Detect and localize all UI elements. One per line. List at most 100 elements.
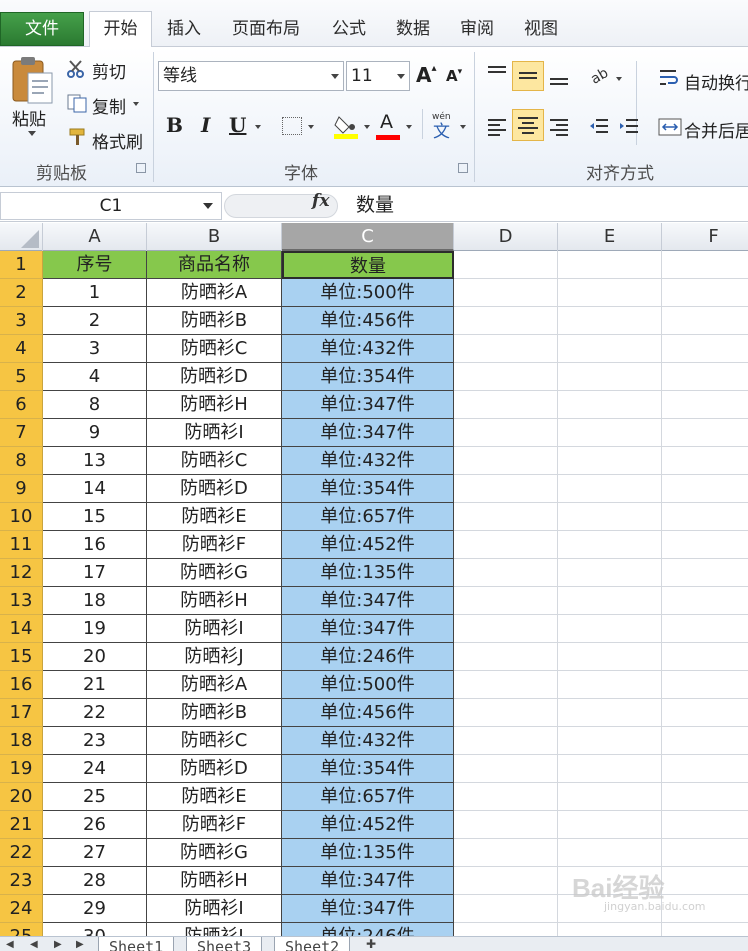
cell-product[interactable]: 防晒衫F bbox=[147, 811, 282, 839]
cell-quantity[interactable]: 单位:347件 bbox=[282, 419, 454, 447]
cell-seq[interactable]: 21 bbox=[43, 671, 147, 699]
cell-seq[interactable]: 4 bbox=[43, 363, 147, 391]
cell-seq[interactable]: 15 bbox=[43, 503, 147, 531]
underline-dropdown-icon[interactable] bbox=[255, 125, 261, 129]
row-header[interactable]: 17 bbox=[0, 699, 43, 727]
cell[interactable] bbox=[558, 307, 662, 335]
cell-product[interactable]: 防晒衫D bbox=[147, 363, 282, 391]
column-header-c[interactable]: C bbox=[282, 223, 454, 251]
cell[interactable] bbox=[662, 391, 748, 419]
align-top-icon[interactable] bbox=[486, 65, 508, 83]
cell-seq[interactable]: 19 bbox=[43, 615, 147, 643]
row-header[interactable]: 21 bbox=[0, 811, 43, 839]
tab-view[interactable]: 视图 bbox=[521, 12, 561, 47]
align-center-button[interactable] bbox=[512, 109, 544, 141]
align-bottom-icon[interactable] bbox=[548, 65, 570, 87]
cell[interactable] bbox=[662, 335, 748, 363]
cell-product[interactable]: 防晒衫H bbox=[147, 867, 282, 895]
cell[interactable] bbox=[558, 699, 662, 727]
font-launcher-icon[interactable] bbox=[458, 163, 468, 173]
cell-quantity[interactable]: 单位:347件 bbox=[282, 391, 454, 419]
cell-product[interactable]: 防晒衫G bbox=[147, 559, 282, 587]
cell-product[interactable]: 防晒衫F bbox=[147, 531, 282, 559]
cell[interactable] bbox=[558, 419, 662, 447]
cell[interactable] bbox=[454, 783, 558, 811]
row-header[interactable]: 10 bbox=[0, 503, 43, 531]
cell[interactable] bbox=[662, 447, 748, 475]
cell-product[interactable]: 防晒衫A bbox=[147, 671, 282, 699]
cell-product[interactable]: 防晒衫C bbox=[147, 335, 282, 363]
row-header[interactable]: 1 bbox=[0, 251, 43, 279]
cell-quantity[interactable]: 单位:347件 bbox=[282, 895, 454, 923]
cell[interactable] bbox=[454, 531, 558, 559]
row-header[interactable]: 2 bbox=[0, 279, 43, 307]
cell-quantity[interactable]: 单位:347件 bbox=[282, 867, 454, 895]
cell-quantity[interactable]: 单位:347件 bbox=[282, 587, 454, 615]
borders-icon[interactable] bbox=[282, 117, 302, 135]
cell[interactable] bbox=[454, 755, 558, 783]
new-sheet-icon[interactable]: ✚ bbox=[366, 937, 376, 951]
cell-product[interactable]: 防晒衫H bbox=[147, 587, 282, 615]
cell-seq[interactable]: 20 bbox=[43, 643, 147, 671]
cell-product[interactable]: 防晒衫H bbox=[147, 391, 282, 419]
header-cell-quantity[interactable]: 数量 bbox=[282, 251, 454, 279]
row-header[interactable]: 4 bbox=[0, 335, 43, 363]
cell[interactable] bbox=[558, 755, 662, 783]
cell[interactable] bbox=[662, 559, 748, 587]
align-right-icon[interactable] bbox=[548, 117, 570, 137]
cell-seq[interactable]: 18 bbox=[43, 587, 147, 615]
cell[interactable] bbox=[662, 279, 748, 307]
cell-seq[interactable]: 24 bbox=[43, 755, 147, 783]
cell[interactable] bbox=[454, 867, 558, 895]
cell[interactable] bbox=[558, 391, 662, 419]
format-painter-button[interactable]: 格式刷 bbox=[92, 128, 143, 153]
cell-product[interactable]: 防晒衫I bbox=[147, 615, 282, 643]
row-header[interactable]: 13 bbox=[0, 587, 43, 615]
cell[interactable] bbox=[558, 643, 662, 671]
row-header[interactable]: 3 bbox=[0, 307, 43, 335]
next-sheet-icon[interactable]: ▶ bbox=[54, 939, 62, 950]
row-header[interactable]: 6 bbox=[0, 391, 43, 419]
row-header[interactable]: 14 bbox=[0, 615, 43, 643]
cell[interactable] bbox=[454, 923, 558, 936]
borders-dropdown-icon[interactable] bbox=[308, 125, 314, 129]
cell[interactable] bbox=[662, 531, 748, 559]
cell-quantity[interactable]: 单位:452件 bbox=[282, 811, 454, 839]
orientation-icon[interactable]: ab bbox=[588, 63, 612, 87]
cell[interactable] bbox=[454, 251, 558, 279]
cell[interactable] bbox=[454, 391, 558, 419]
cell-product[interactable]: 防晒衫C bbox=[147, 727, 282, 755]
cell-quantity[interactable]: 单位:354件 bbox=[282, 755, 454, 783]
cell[interactable] bbox=[558, 923, 662, 936]
cell-product[interactable]: 防晒衫B bbox=[147, 699, 282, 727]
cut-button[interactable]: 剪切 bbox=[92, 58, 126, 83]
prev-sheet-icon[interactable]: ◀ bbox=[30, 939, 38, 950]
cell[interactable] bbox=[662, 671, 748, 699]
row-header[interactable]: 23 bbox=[0, 867, 43, 895]
paste-button[interactable]: 粘贴 bbox=[12, 105, 46, 130]
cell[interactable] bbox=[662, 419, 748, 447]
cell-seq[interactable]: 8 bbox=[43, 391, 147, 419]
cell[interactable] bbox=[558, 727, 662, 755]
cell-seq[interactable]: 3 bbox=[43, 335, 147, 363]
row-header[interactable]: 22 bbox=[0, 839, 43, 867]
cell[interactable] bbox=[454, 559, 558, 587]
cell-product[interactable]: 防晒衫B bbox=[147, 307, 282, 335]
cell-seq[interactable]: 29 bbox=[43, 895, 147, 923]
name-box[interactable]: C1 bbox=[0, 192, 222, 220]
font-size-combo[interactable]: 11 bbox=[346, 61, 410, 91]
cell-quantity[interactable]: 单位:432件 bbox=[282, 335, 454, 363]
row-header[interactable]: 18 bbox=[0, 727, 43, 755]
cell[interactable] bbox=[454, 363, 558, 391]
cell-seq[interactable]: 30 bbox=[43, 923, 147, 936]
cell[interactable] bbox=[454, 503, 558, 531]
align-middle-button[interactable] bbox=[512, 61, 544, 91]
cell[interactable] bbox=[558, 335, 662, 363]
copy-dropdown-icon[interactable] bbox=[133, 102, 139, 106]
row-header[interactable]: 8 bbox=[0, 447, 43, 475]
phonetic-dropdown-icon[interactable] bbox=[460, 125, 466, 129]
cell-quantity[interactable]: 单位:347件 bbox=[282, 615, 454, 643]
cell[interactable] bbox=[662, 699, 748, 727]
row-header[interactable]: 11 bbox=[0, 531, 43, 559]
decrease-indent-icon[interactable] bbox=[588, 117, 610, 137]
